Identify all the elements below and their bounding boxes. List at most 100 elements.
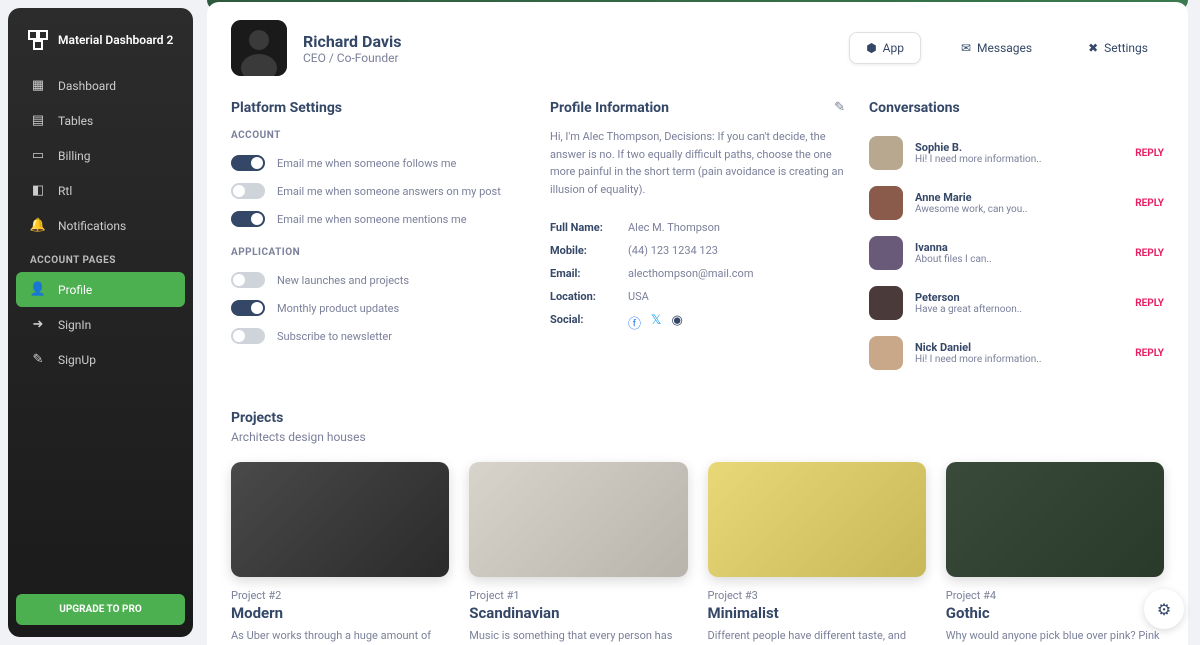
profile-card: Richard Davis CEO / Co-Founder ⬢App ✉Mes…: [207, 2, 1188, 645]
toggle-row: Email me when someone follows me: [231, 149, 526, 177]
sidebar-title: Material Dashboard 2: [58, 33, 173, 47]
sidebar-item-profile[interactable]: 👤Profile: [16, 272, 185, 307]
sidebar-item-label: Notifications: [58, 219, 126, 233]
toggle-row: Monthly product updates: [231, 294, 526, 322]
project-image: [469, 462, 687, 577]
instagram-icon[interactable]: ◉: [672, 313, 683, 332]
info-label: Mobile:: [550, 244, 620, 257]
upgrade-button[interactable]: UPGRADE TO PRO: [16, 594, 185, 625]
toggle-answers[interactable]: [231, 183, 265, 199]
sidebar-section-label: ACCOUNT PAGES: [16, 243, 185, 272]
sidebar-item-notifications[interactable]: 🔔 Notifications: [16, 208, 185, 243]
conversation-item: IvannaAbout files I can.. REPLY: [869, 228, 1164, 278]
settings-fab[interactable]: ⚙: [1144, 589, 1184, 629]
rtl-icon: ◧: [30, 183, 46, 198]
info-row: Email: alecthompson@mail.com: [550, 262, 845, 285]
sidebar-item-dashboard[interactable]: ▦Dashboard: [16, 68, 185, 103]
info-row: Full Name:Alec M. Thompson: [550, 216, 845, 239]
conversation-item: PetersonHave a great afternoon..REPLY: [869, 278, 1164, 328]
conversation-avatar: [869, 136, 903, 170]
social-icons: ⓕ 𝕏 ◉: [628, 313, 683, 332]
project-number: Project #1: [469, 589, 687, 602]
projects-section: Projects Architects design houses Projec…: [231, 410, 1164, 645]
conversation-name: Anne Marie: [915, 191, 1123, 204]
profile-bio: Hi, I'm Alec Thompson, Decisions: If you…: [550, 128, 845, 198]
cube-icon: ⬢: [866, 41, 876, 55]
conversation-message: About files I can..: [915, 254, 1123, 265]
twitter-icon[interactable]: 𝕏: [651, 313, 661, 332]
projects-grid: Project #2ModernAs Uber works through a …: [231, 462, 1164, 645]
conversation-item: Nick DanielHi! I need more information..…: [869, 328, 1164, 378]
section-title: Conversations: [869, 100, 1164, 116]
person-icon: 👤: [30, 282, 46, 297]
conversation-content: Nick DanielHi! I need more information..: [915, 341, 1123, 365]
profile-tabs: ⬢ App ✉ Messages ✖Settings: [849, 32, 1164, 64]
conversation-name: Nick Daniel: [915, 341, 1123, 354]
sidebar-header: Material Dashboard 2: [16, 20, 185, 60]
info-value: (44) 123 1234 123: [628, 244, 718, 257]
sidebar-item-signin[interactable]: ➜ SignIn: [16, 307, 185, 342]
subsection-application: APPLICATION: [231, 247, 526, 258]
toggle-launches[interactable]: [231, 272, 265, 288]
project-description: Music is something that every person has…: [469, 628, 687, 645]
sidebar-item-label: Billing: [58, 149, 91, 163]
reply-button[interactable]: REPLY: [1135, 248, 1164, 259]
subsection-account: ACCOUNT: [231, 130, 526, 141]
toggle-mentions[interactable]: [231, 211, 265, 227]
profile-name: Richard Davis: [303, 32, 401, 51]
project-image: [946, 462, 1164, 577]
project-card[interactable]: Project #2ModernAs Uber works through a …: [231, 462, 449, 645]
tab-label: App: [883, 41, 904, 55]
toggle-label: New launches and projects: [277, 274, 409, 287]
facebook-icon[interactable]: ⓕ: [628, 313, 641, 332]
info-label: Email:: [550, 267, 620, 280]
platform-settings: Platform Settings ACCOUNT Email me when …: [231, 100, 526, 378]
reply-button[interactable]: REPLY: [1135, 198, 1164, 209]
conversation-avatar: [869, 186, 903, 220]
sidebar-item-signup[interactable]: ✎SignUp: [16, 342, 185, 377]
sidebar-item-label: SignIn: [58, 318, 91, 332]
reply-button[interactable]: REPLY: [1135, 148, 1164, 159]
project-description: Why would anyone pick blue over pink? Pi…: [946, 628, 1164, 645]
project-number: Project #3: [708, 589, 926, 602]
toggle-label: Subscribe to newsletter: [277, 330, 392, 343]
conversation-name: Ivanna: [915, 241, 1123, 254]
tab-label: Settings: [1104, 41, 1148, 55]
conversation-content: Sophie B.Hi! I need more information..: [915, 141, 1123, 165]
sidebar-item-rtl[interactable]: ◧Rtl: [16, 173, 185, 208]
sidebar-item-tables[interactable]: ▤Tables: [16, 103, 185, 138]
sidebar-item-billing[interactable]: ▭Billing: [16, 138, 185, 173]
info-value: alecthompson@mail.com: [628, 267, 753, 280]
sidebar-item-label: Dashboard: [58, 79, 116, 93]
signin-icon: ➜: [30, 317, 46, 332]
info-label: Location:: [550, 290, 620, 303]
project-card[interactable]: Project #3MinimalistDifferent people hav…: [708, 462, 926, 645]
conversation-content: Anne MarieAwesome work, can you..: [915, 191, 1123, 215]
profile-header: Richard Davis CEO / Co-Founder ⬢App ✉Mes…: [231, 20, 1164, 76]
toggle-label: Email me when someone answers on my post: [277, 185, 501, 198]
info-row: Location:USA: [550, 285, 845, 308]
info-value: Alec M. Thompson: [628, 221, 720, 234]
reply-button[interactable]: REPLY: [1135, 298, 1164, 309]
project-description: As Uber works through a huge amount of i…: [231, 628, 449, 645]
reply-button[interactable]: REPLY: [1135, 348, 1164, 359]
project-card[interactable]: Project #4GothicWhy would anyone pick bl…: [946, 462, 1164, 645]
section-title: Profile Information: [550, 100, 845, 116]
project-card[interactable]: Project #1ScandinavianMusic is something…: [469, 462, 687, 645]
toggle-updates[interactable]: [231, 300, 265, 316]
sidebar-nav: ▦Dashboard ▤Tables ▭Billing ◧Rtl 🔔 Notifi…: [16, 68, 185, 594]
tab-app[interactable]: ⬢ App: [849, 32, 921, 64]
logo-icon: [26, 28, 50, 52]
sidebar-item-label: SignUp: [58, 353, 96, 367]
conversations: Conversations Sophie B.Hi! I need more i…: [869, 100, 1164, 378]
projects-subtitle: Architects design houses: [231, 430, 1164, 444]
toggle-newsletter[interactable]: [231, 328, 265, 344]
tab-label: Messages: [977, 41, 1032, 55]
bell-icon: 🔔: [30, 218, 46, 233]
message-icon: ✉: [961, 41, 971, 55]
tab-messages[interactable]: ✉ Messages: [945, 33, 1048, 63]
conversation-item: Anne MarieAwesome work, can you.. REPLY: [869, 178, 1164, 228]
tab-settings[interactable]: ✖Settings: [1072, 33, 1164, 63]
toggle-follows[interactable]: [231, 155, 265, 171]
edit-icon[interactable]: ✎: [834, 100, 845, 115]
